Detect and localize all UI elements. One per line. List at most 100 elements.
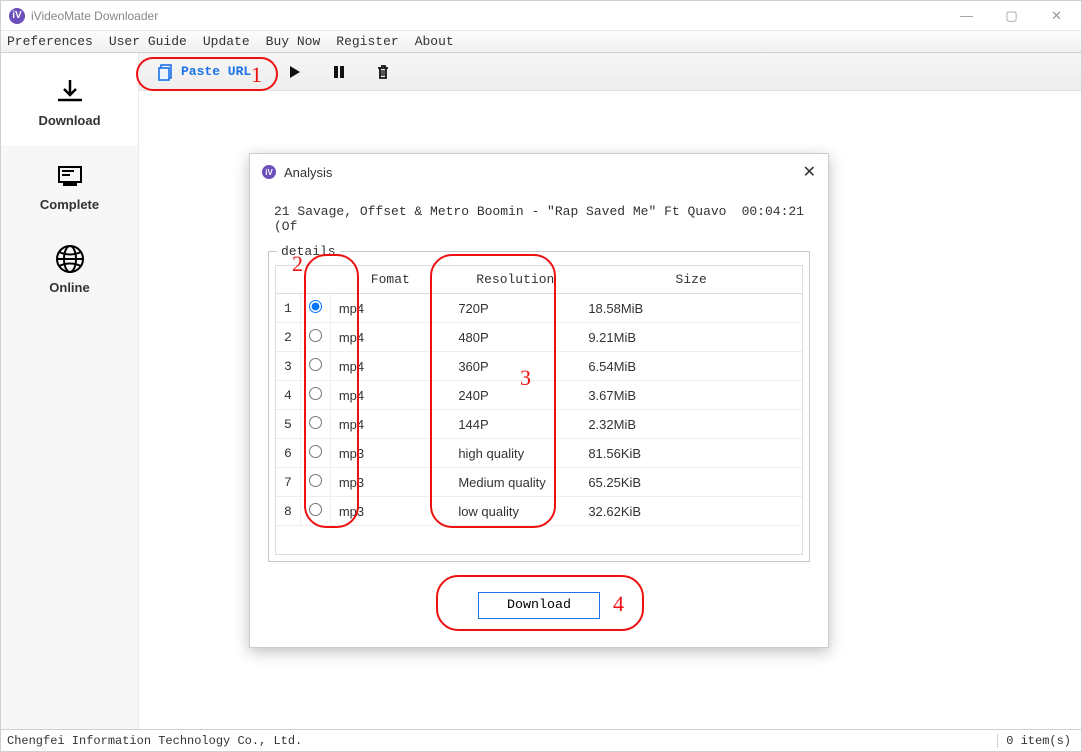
row-radio[interactable] [309,329,322,342]
row-radio[interactable] [309,300,322,313]
row-resolution: 480P [450,323,580,352]
row-size: 9.21MiB [580,323,802,352]
row-radio-cell[interactable] [300,294,330,323]
download-icon [1,75,138,109]
row-size: 65.25KiB [580,468,802,497]
menu-preferences[interactable]: Preferences [7,34,93,49]
row-radio[interactable] [309,474,322,487]
row-radio[interactable] [309,445,322,458]
window-minimize-button[interactable]: — [944,1,989,31]
paste-url-label: Paste URL [181,64,251,79]
col-resolution: Resolution [450,266,580,294]
row-resolution: Medium quality [450,468,580,497]
row-radio-cell[interactable] [300,323,330,352]
complete-icon [1,159,138,193]
row-index: 2 [276,323,300,352]
details-fieldset: details Fomat Resolution Size 1mp4720P18… [268,244,810,562]
row-resolution: 360P [450,352,580,381]
menu-register[interactable]: Register [336,34,398,49]
row-radio-cell[interactable] [300,497,330,526]
table-row[interactable]: 6 mp3high quality81.56KiB [276,439,802,468]
row-resolution: 720P [450,294,580,323]
window-close-button[interactable]: ✕ [1034,1,1079,31]
row-resolution: high quality [450,439,580,468]
globe-icon [1,242,138,276]
row-format: mp4 [330,381,450,410]
video-title: 21 Savage, Offset & Metro Boomin - "Rap … [274,204,742,234]
app-icon-small: iV [262,165,276,179]
menu-user-guide[interactable]: User Guide [109,34,187,49]
table-row[interactable]: 4mp4240P3.67MiB [276,381,802,410]
row-size: 2.32MiB [580,410,802,439]
table-row[interactable]: 1mp4720P18.58MiB [276,294,802,323]
row-radio-cell[interactable] [300,468,330,497]
sidebar-item-online[interactable]: Online [1,230,138,313]
col-size: Size [580,266,802,294]
pause-button[interactable] [329,62,349,82]
sidebar-label-download: Download [1,113,138,128]
sidebar-label-online: Online [1,280,138,295]
details-legend: details [277,244,340,259]
window-maximize-button[interactable]: ▢ [989,1,1034,31]
row-radio-cell[interactable] [300,439,330,468]
row-resolution: 144P [450,410,580,439]
row-index: 5 [276,410,300,439]
row-size: 32.62KiB [580,497,802,526]
menu-update[interactable]: Update [203,34,250,49]
row-radio[interactable] [309,387,322,400]
video-duration: 00:04:21 [742,204,804,234]
window-title: iVideoMate Downloader [31,9,158,23]
row-format: mp4 [330,323,450,352]
titlebar: iV iVideoMate Downloader — ▢ ✕ [1,1,1081,31]
dialog-title: Analysis [284,165,332,180]
table-row[interactable]: 8mp3low quality32.62KiB [276,497,802,526]
toolbar: Paste URL [139,53,1081,91]
col-format: Fomat [330,266,450,294]
main-area: Paste URL 1 iV Analysis ✕ [139,53,1081,729]
status-company: Chengfei Information Technology Co., Ltd… [7,734,302,748]
row-index: 3 [276,352,300,381]
row-radio-cell[interactable] [300,410,330,439]
row-format: mp4 [330,352,450,381]
row-resolution: low quality [450,497,580,526]
sidebar: Download Complete Online [1,53,139,729]
formats-table: Fomat Resolution Size 1mp4720P18.58MiB2m… [276,266,802,554]
delete-button[interactable] [373,62,393,82]
table-row[interactable]: 2 mp4480P9.21MiB [276,323,802,352]
row-radio[interactable] [309,503,322,516]
status-items: 0 item(s) [997,734,1075,748]
sidebar-item-complete[interactable]: Complete [1,147,138,230]
play-button[interactable] [285,62,305,82]
row-format: mp3 [330,497,450,526]
sidebar-item-download[interactable]: Download [1,53,138,147]
row-index: 6 [276,439,300,468]
sidebar-label-complete: Complete [1,197,138,212]
row-radio-cell[interactable] [300,381,330,410]
row-resolution: 240P [450,381,580,410]
menu-buy-now[interactable]: Buy Now [266,34,321,49]
statusbar: Chengfei Information Technology Co., Ltd… [1,729,1081,751]
row-size: 81.56KiB [580,439,802,468]
table-row[interactable]: 7 mp3Medium quality65.25KiB [276,468,802,497]
download-button[interactable]: Download [478,592,600,619]
row-size: 6.54MiB [580,352,802,381]
row-radio[interactable] [309,358,322,371]
row-index: 7 [276,468,300,497]
dialog-close-button[interactable]: ✕ [803,162,816,182]
app-icon: iV [9,8,25,24]
menu-about[interactable]: About [415,34,454,49]
row-index: 1 [276,294,300,323]
row-radio-cell[interactable] [300,352,330,381]
row-index: 4 [276,381,300,410]
table-row[interactable]: 5 mp4144P2.32MiB [276,410,802,439]
clipboard-icon [157,63,175,81]
analysis-dialog: iV Analysis ✕ 21 Savage, Offset & Metro … [249,153,829,648]
menubar: Preferences User Guide Update Buy Now Re… [1,31,1081,53]
row-size: 18.58MiB [580,294,802,323]
table-row[interactable]: 3 mp4360P6.54MiB [276,352,802,381]
row-radio[interactable] [309,416,322,429]
row-format: mp3 [330,439,450,468]
paste-url-button[interactable]: Paste URL [147,60,261,84]
row-format: mp4 [330,410,450,439]
row-format: mp3 [330,468,450,497]
